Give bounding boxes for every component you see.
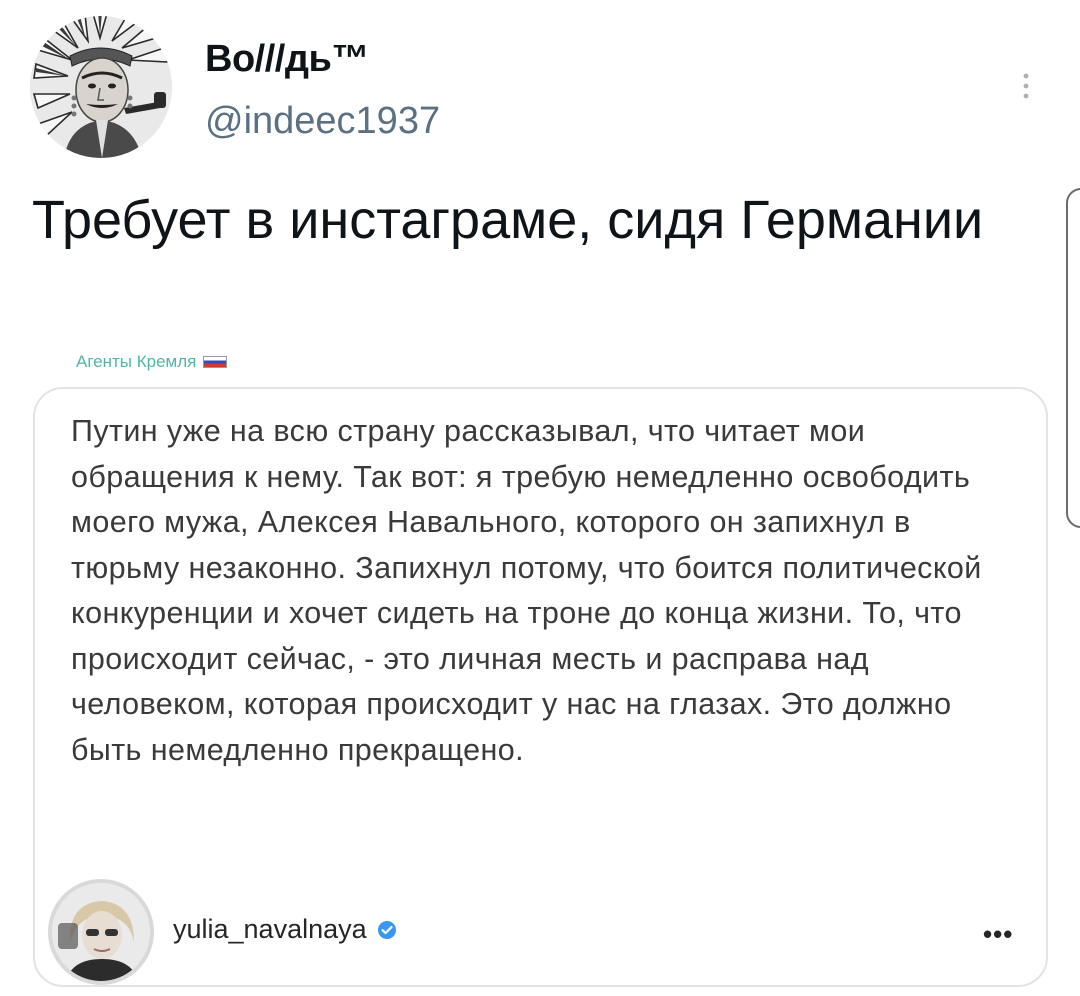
author-avatar[interactable] <box>30 16 172 158</box>
embedded-post-author: yulia_navalnaya <box>173 914 397 945</box>
tweet-text: Требует в инстаграме, сидя Германии <box>32 190 984 250</box>
embedded-source-row: Агенты Кремля <box>76 352 228 372</box>
embedded-post-author-name: yulia_navalnaya <box>173 914 367 944</box>
embedded-post-text: Путин уже на всю страну рассказывал, что… <box>71 414 982 767</box>
more-horizontal-icon: ••• <box>983 919 1014 949</box>
more-vertical-icon[interactable] <box>1012 70 1040 110</box>
embedded-image[interactable]: Путин уже на всю страну рассказывал, что… <box>33 387 1048 987</box>
embedded-source-label: Агенты Кремля <box>76 352 197 371</box>
embedded-post-avatar <box>48 879 154 985</box>
author-avatar-image <box>30 16 172 158</box>
verified-badge-icon <box>377 920 397 940</box>
scroll-edge-indicator <box>1066 188 1080 528</box>
author-display-name[interactable]: Во///дь™ <box>205 38 369 81</box>
author-handle[interactable]: @indeec1937 <box>205 100 440 143</box>
russia-flag-icon <box>203 356 228 368</box>
